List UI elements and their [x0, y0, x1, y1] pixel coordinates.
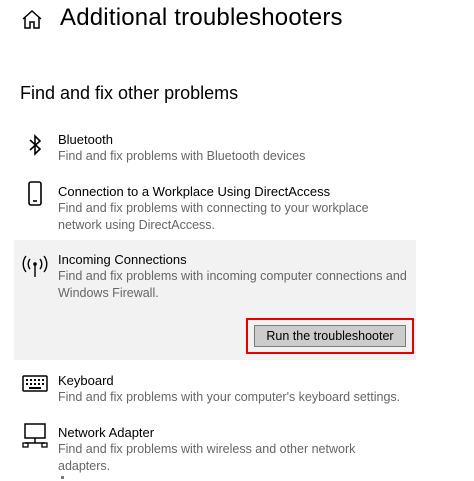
highlight-frame: Run the troubleshooter: [246, 318, 414, 354]
item-name: Network Adapter: [58, 425, 155, 440]
wireless-antenna-icon: [20, 252, 50, 278]
scrolled-text-fragment: … … … … … … … … … …: [60, 31, 198, 38]
item-name: Incoming Connections: [58, 252, 187, 267]
item-description: Find and fix problems with connecting to…: [58, 201, 369, 232]
item-description: Find and fix problems with incoming comp…: [58, 269, 407, 300]
item-name: Keyboard: [58, 373, 114, 388]
troubleshooter-item-network-adapter[interactable]: Network Adapter Find and fix problems wi…: [14, 419, 416, 473]
item-name: Connection to a Workplace Using DirectAc…: [58, 184, 331, 199]
page-header: Additional troubleshooters … … … … … … ……: [0, 0, 474, 42]
troubleshooter-item-directaccess[interactable]: Connection to a Workplace Using DirectAc…: [14, 178, 416, 236]
network-adapter-icon: [22, 423, 48, 449]
item-description: Find and fix problems with wireless and …: [58, 442, 356, 473]
cut-off-item-fragment: [61, 476, 64, 479]
bluetooth-icon: [22, 132, 48, 158]
troubleshooter-item-keyboard[interactable]: Keyboard Find and fix problems with your…: [14, 367, 416, 411]
item-description: Find and fix problems with Bluetooth dev…: [58, 149, 306, 163]
item-name: Bluetooth: [58, 132, 113, 147]
troubleshooter-item-incoming-connections[interactable]: Incoming Connections Find and fix proble…: [14, 240, 416, 360]
keyboard-icon: [22, 371, 48, 397]
run-troubleshooter-button[interactable]: Run the troubleshooter: [254, 325, 406, 347]
item-description: Find and fix problems with your computer…: [58, 390, 401, 404]
troubleshooter-item-bluetooth[interactable]: Bluetooth Find and fix problems with Blu…: [14, 126, 416, 170]
section-title: Find and fix other problems: [20, 83, 239, 103]
phone-icon: [22, 181, 48, 207]
home-icon[interactable]: [20, 8, 44, 32]
